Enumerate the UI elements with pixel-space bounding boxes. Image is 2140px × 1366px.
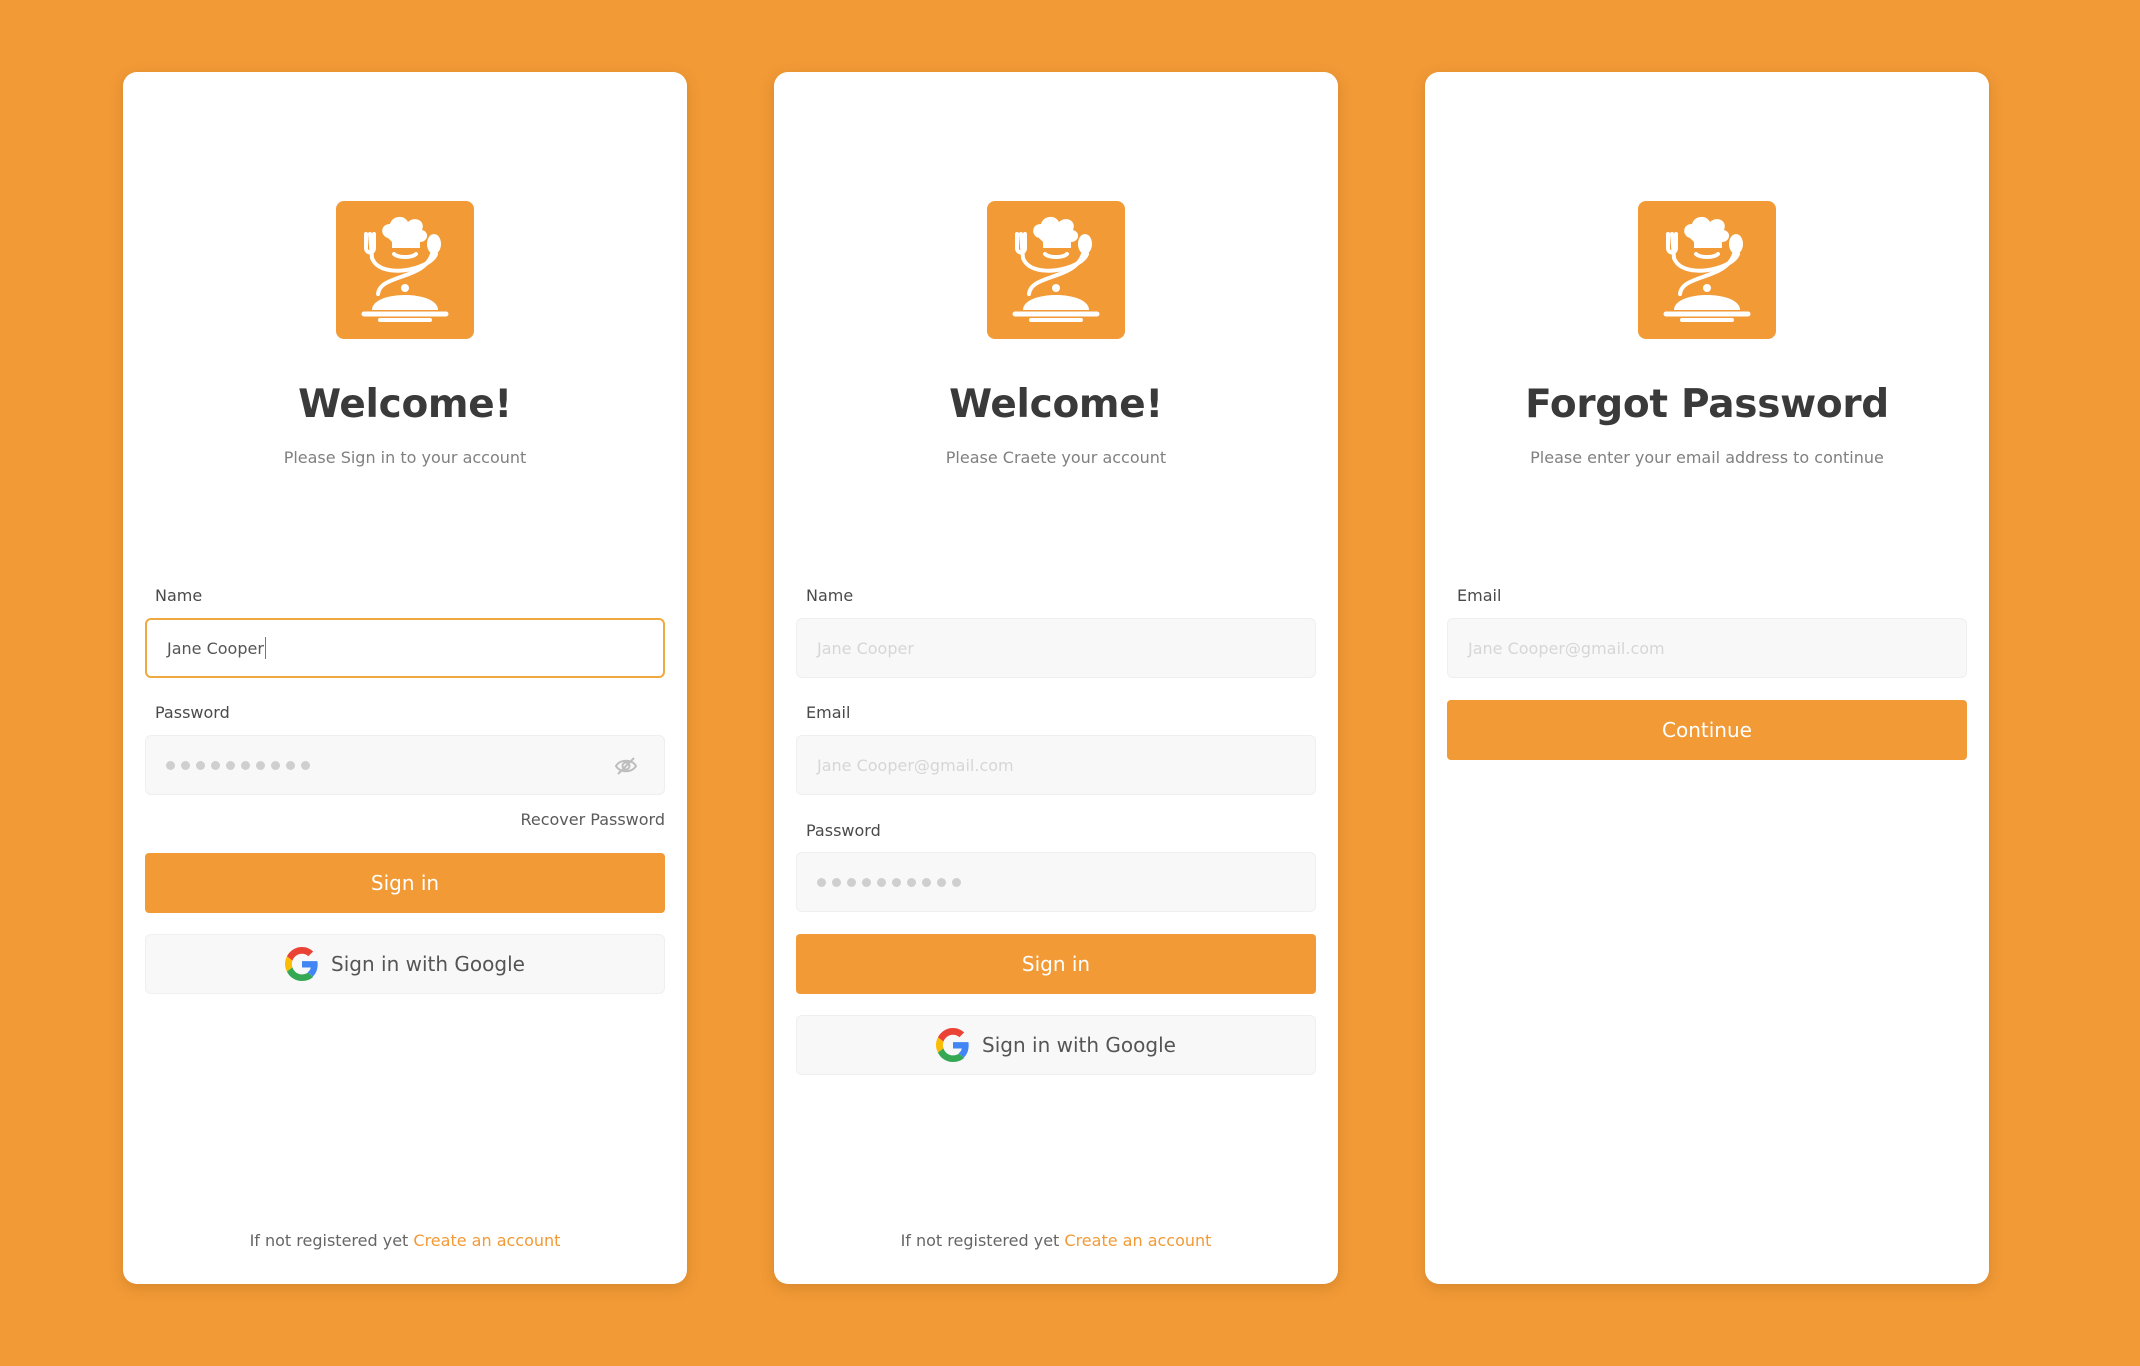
page-title: Forgot Password (1525, 382, 1889, 427)
google-sign-in-button[interactable]: Sign in with Google (145, 934, 665, 994)
page-subtitle: Please Sign in to your account (283, 448, 527, 467)
email-input[interactable]: Jane Cooper@gmail.com (1447, 618, 1967, 678)
page-title: Welcome! (949, 382, 1163, 427)
recover-password-link[interactable]: Recover Password (520, 810, 665, 829)
sign-in-button[interactable]: Sign in (796, 934, 1316, 994)
eye-off-icon[interactable] (614, 754, 638, 778)
create-account-link[interactable]: Create an account (1064, 1231, 1211, 1250)
google-button-label: Sign in with Google (982, 1033, 1176, 1057)
footer-text: If not registered yet (900, 1231, 1060, 1250)
name-label: Name (806, 586, 854, 605)
google-icon (285, 947, 318, 981)
email-input[interactable]: Jane Cooper@gmail.com (796, 735, 1316, 795)
name-label: Name (155, 586, 203, 605)
chef-logo-icon (336, 201, 474, 339)
password-input[interactable] (145, 735, 665, 795)
create-account-link[interactable]: Create an account (413, 1231, 560, 1250)
footer-register: If not registered yet Create an account (123, 1231, 687, 1250)
page-subtitle: Please enter your email address to conti… (1530, 448, 1884, 467)
chef-logo-icon (1638, 201, 1776, 339)
page-subtitle: Please Craete your account (945, 448, 1167, 467)
name-input-value: Jane Cooper (167, 638, 264, 658)
page-title: Welcome! (298, 382, 512, 427)
password-mask (817, 877, 961, 887)
signin-card: Welcome! Please Sign in to your account … (123, 72, 687, 1284)
password-mask (166, 760, 310, 770)
email-input-placeholder: Jane Cooper@gmail.com (1468, 638, 1665, 658)
signup-card: Welcome! Please Craete your account Name… (774, 72, 1338, 1284)
name-input[interactable]: Jane Cooper (796, 618, 1316, 678)
sign-in-button[interactable]: Sign in (145, 853, 665, 913)
email-label: Email (1457, 586, 1502, 605)
google-button-label: Sign in with Google (331, 952, 525, 976)
google-sign-in-button[interactable]: Sign in with Google (796, 1015, 1316, 1075)
email-input-placeholder: Jane Cooper@gmail.com (817, 755, 1014, 775)
password-label: Password (155, 703, 230, 722)
password-label: Password (806, 821, 881, 840)
password-input[interactable] (796, 852, 1316, 912)
continue-button[interactable]: Continue (1447, 700, 1967, 760)
text-caret (264, 637, 266, 659)
google-icon (936, 1028, 969, 1062)
forgot-password-card: Forgot Password Please enter your email … (1425, 72, 1989, 1284)
email-label: Email (806, 703, 851, 722)
footer-register: If not registered yet Create an account (774, 1231, 1338, 1250)
name-input-placeholder: Jane Cooper (817, 638, 914, 658)
chef-logo-icon (987, 201, 1125, 339)
footer-text: If not registered yet (249, 1231, 409, 1250)
name-input[interactable]: Jane Cooper (145, 618, 665, 678)
